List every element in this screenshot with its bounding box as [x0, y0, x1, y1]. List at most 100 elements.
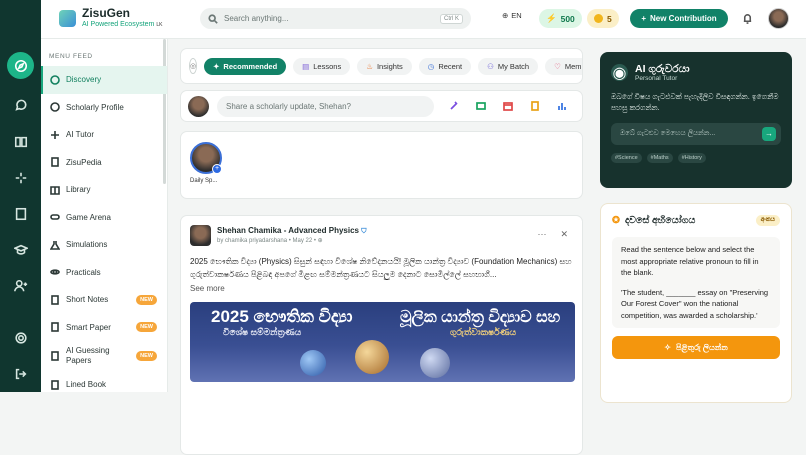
- sidebar-item-label: Short Notes: [66, 295, 109, 305]
- sidebar-item-practicals[interactable]: Practicals: [41, 259, 167, 287]
- sidebar-item-ai-guessing-papers[interactable]: AI Guessing Papers NEW: [41, 341, 167, 371]
- tutor-question-input[interactable]: ඔබේ ගැටළුව මෙහෙය ලියන්න... →: [611, 123, 781, 145]
- user-avatar[interactable]: [768, 8, 789, 29]
- sidebar-item-label: Practicals: [66, 267, 101, 277]
- calendar-icon[interactable]: [502, 100, 514, 112]
- clock-icon: ◷: [427, 61, 435, 71]
- xp-badge[interactable]: ⚡ 500: [539, 9, 582, 28]
- sidebar-item-label: Smart Paper: [66, 322, 111, 332]
- magic-wand-icon[interactable]: [448, 100, 460, 112]
- book-icon: ▤: [302, 61, 310, 71]
- post-author-name[interactable]: Shehan Chamika - Advanced Physics ⛉: [217, 225, 366, 237]
- document-icon[interactable]: [529, 100, 541, 112]
- icon-rail: [0, 0, 41, 392]
- compass-icon[interactable]: [7, 52, 34, 79]
- send-arrow-icon[interactable]: →: [762, 127, 776, 141]
- new-badge: NEW: [136, 322, 157, 333]
- paper-icon: [50, 322, 60, 333]
- sparkle-icon[interactable]: [8, 165, 34, 191]
- daily-challenge-card: ✪ දවසේ අභියෝගය අංකය Read the sentence be…: [600, 203, 792, 403]
- tab-my-batch[interactable]: ⚇ My Batch: [478, 57, 539, 75]
- answer-button-label: පිළිතුරු ලියන්න: [675, 342, 728, 352]
- sidebar-item-label: Lined Book: [66, 380, 107, 390]
- story-label: Daily Sp...: [190, 178, 218, 184]
- search-input[interactable]: Search anything...: [224, 14, 440, 23]
- sidebar-item-ai-tutor[interactable]: AI Tutor: [41, 121, 167, 149]
- answer-button[interactable]: ✧ පිළිතුරු ලියන්න: [612, 336, 780, 359]
- see-more-link[interactable]: See more: [190, 284, 573, 293]
- brand-logo[interactable]: ZisuGen AI Powered Ecosystem LK: [59, 7, 162, 30]
- hero-right-title: මූලික යාන්ත්‍ර විද්‍යාව සහ: [400, 309, 561, 326]
- logout-icon[interactable]: [8, 361, 34, 387]
- tag-maths[interactable]: #Maths: [646, 153, 673, 163]
- graduation-cap-icon[interactable]: [8, 237, 34, 263]
- book-open-icon[interactable]: [8, 129, 34, 155]
- settings-gear-icon[interactable]: [8, 325, 34, 351]
- tab-recent[interactable]: ◷ Recent: [418, 57, 472, 75]
- add-story-icon: +: [212, 164, 222, 174]
- filter-icon[interactable]: ◎: [189, 58, 198, 74]
- tutor-title: AI ගුරුවරයා: [635, 63, 690, 75]
- search-bar[interactable]: Search anything... Ctrl K: [200, 8, 471, 29]
- daily-challenge-tag: අංකය: [755, 215, 780, 226]
- tab-recommended[interactable]: ✦ Recommended: [204, 57, 287, 75]
- post-composer: Share a scholarly update, Shehan?: [180, 90, 583, 122]
- notification-bell-icon[interactable]: [742, 11, 753, 29]
- post-card: Shehan Chamika - Advanced Physics ⛉ by c…: [180, 215, 583, 455]
- sidebar-item-discovery[interactable]: Discovery: [41, 66, 167, 94]
- tag-science[interactable]: #Science: [611, 153, 642, 163]
- paper-icon: [50, 351, 60, 361]
- new-badge: NEW: [136, 294, 157, 305]
- sidebar-item-simulations[interactable]: Simulations: [41, 231, 167, 259]
- language-selector[interactable]: ⊕ EN: [502, 11, 522, 20]
- new-badge: NEW: [136, 351, 157, 361]
- compass-icon: [50, 74, 60, 85]
- planet-graphic: [355, 340, 389, 374]
- sidebar-item-library[interactable]: Library: [41, 176, 167, 204]
- sidebar-item-short-notes[interactable]: Short Notes NEW: [41, 286, 167, 314]
- brand-tagline: AI Powered Ecosystem LK: [82, 21, 163, 28]
- sidebar-item-label: Scholarly Profile: [66, 102, 124, 112]
- sidebar-item-label: Simulations: [66, 240, 108, 250]
- search-shortcut: Ctrl K: [440, 13, 463, 24]
- new-contribution-button[interactable]: + New Contribution: [630, 9, 728, 28]
- close-icon[interactable]: ✕: [560, 229, 568, 240]
- bar-chart-icon[interactable]: [556, 100, 568, 112]
- users-icon: ⚇: [487, 61, 494, 71]
- library-icon: [50, 185, 60, 195]
- challenge-question: Read the sentence below and select the m…: [612, 237, 780, 328]
- coin-icon: [594, 14, 603, 23]
- book-icon: [50, 157, 60, 168]
- sidebar-item-smart-paper[interactable]: Smart Paper NEW: [41, 314, 167, 342]
- sparkle-icon: ✧: [664, 343, 671, 352]
- sidebar-item-zisupedia[interactable]: ZisuPedia: [41, 149, 167, 177]
- hero-left-title: 2025 භෞතික විද්‍යා: [211, 307, 353, 326]
- story-item[interactable]: + Daily Sp...: [190, 142, 226, 184]
- chat-icon[interactable]: [8, 93, 34, 119]
- image-icon[interactable]: [475, 100, 487, 112]
- tutor-description: ඔබගේ විෂය ගැටළුවක් පැහැදිලිව විසඳගන්න. ඉ…: [611, 92, 779, 112]
- notebook-icon[interactable]: [8, 201, 34, 227]
- book-icon: [50, 379, 60, 390]
- tab-label: Insights: [376, 61, 403, 71]
- post-author-avatar[interactable]: [190, 225, 211, 246]
- sidebar-item-label: Library: [66, 185, 91, 195]
- tab-memories[interactable]: ♡ Mem: [545, 57, 582, 75]
- story-avatar: +: [190, 142, 222, 174]
- more-options-icon[interactable]: ···: [537, 229, 546, 240]
- sidebar-item-lined-book[interactable]: Lined Book: [41, 371, 167, 399]
- tag-history[interactable]: #History: [677, 153, 706, 163]
- menu-sidebar: MENU FEED Discovery Scholarly Profile AI…: [41, 39, 168, 392]
- tab-insights[interactable]: ♨ Insights: [357, 57, 412, 75]
- search-icon: [208, 13, 218, 24]
- sidebar-item-scholarly-profile[interactable]: Scholarly Profile: [41, 94, 167, 122]
- composer-input[interactable]: Share a scholarly update, Shehan?: [217, 95, 434, 117]
- new-contribution-label: New Contribution: [650, 14, 717, 23]
- sidebar-item-game-arena[interactable]: Game Arena: [41, 204, 167, 232]
- tab-lessons[interactable]: ▤ Lessons: [293, 57, 351, 75]
- add-user-icon[interactable]: [8, 273, 34, 299]
- coin-badge[interactable]: 5: [587, 9, 619, 28]
- sidebar-item-label: Game Arena: [66, 212, 111, 222]
- post-image[interactable]: 2025 භෞතික විද්‍යා විශේෂ සම්මන්ත්‍රණය මූ…: [190, 302, 575, 382]
- flame-icon: ♨: [366, 61, 373, 71]
